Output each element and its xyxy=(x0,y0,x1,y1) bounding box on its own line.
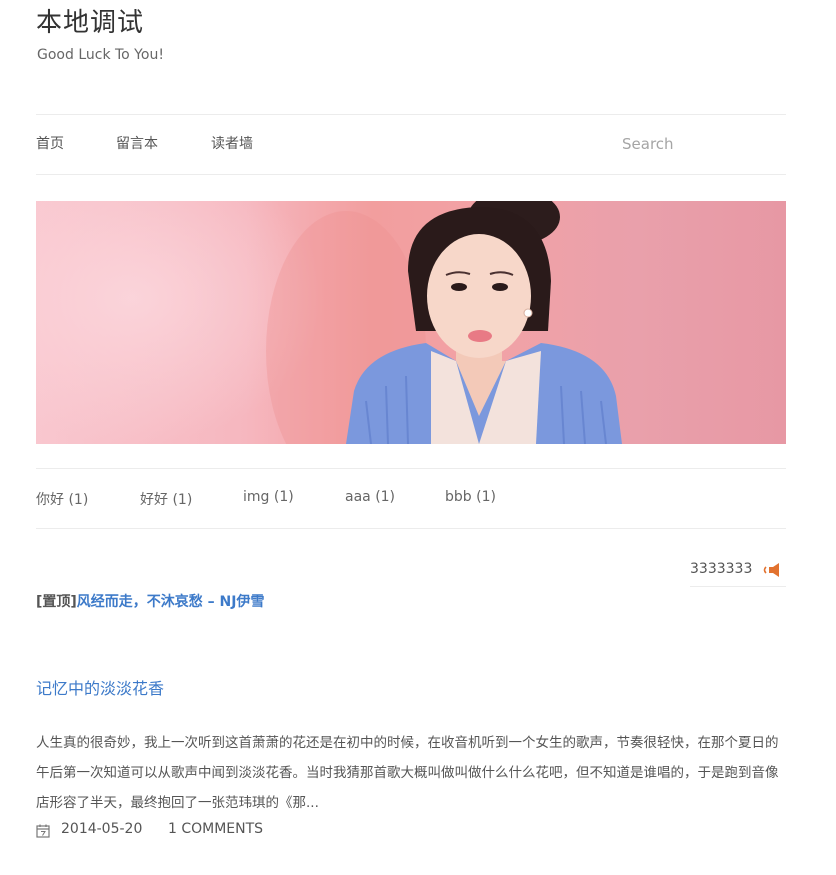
nav-top-divider xyxy=(36,114,786,115)
sticky-post: [置顶]风经而走，不沐哀愁 – NJ伊雪 xyxy=(36,591,264,611)
tags-top-divider xyxy=(36,468,786,469)
search-input[interactable] xyxy=(620,130,774,158)
nav-bottom-divider xyxy=(36,174,786,175)
nav-item-home[interactable]: 首页 xyxy=(36,133,64,153)
tag-link[interactable]: 你好 (1) xyxy=(36,489,88,509)
sticky-post-title[interactable]: 风经而走，不沐哀愁 – NJ伊雪 xyxy=(77,594,265,610)
tag-link[interactable]: aaa (1) xyxy=(345,489,395,505)
notice-text: 3333333 xyxy=(690,561,753,577)
banner-image xyxy=(36,201,786,444)
tag-link[interactable]: 好好 (1) xyxy=(140,489,192,509)
portrait-illustration xyxy=(36,201,622,444)
post-title[interactable]: 记忆中的淡淡花香 xyxy=(36,675,164,699)
post-date: 2014-05-20 xyxy=(61,821,143,837)
speaker-icon[interactable] xyxy=(762,561,786,583)
sticky-tag: [置顶] xyxy=(36,594,77,610)
post-comments-link[interactable]: 1 COMMENTS xyxy=(168,821,263,837)
calendar-icon xyxy=(36,824,50,842)
site-description: Good Luck To You! xyxy=(37,47,164,63)
tags-bottom-divider xyxy=(36,528,786,529)
tag-link[interactable]: img (1) xyxy=(243,489,294,505)
post-excerpt: 人生真的很奇妙，我上一次听到这首萧萧的花还是在初中的时候，在收音机听到一个女生的… xyxy=(36,735,779,811)
nav-item-readers-wall[interactable]: 读者墙 xyxy=(211,133,253,153)
nav-item-guestbook[interactable]: 留言本 xyxy=(116,133,158,153)
site-title[interactable]: 本地调试 xyxy=(36,2,144,39)
tag-link[interactable]: bbb (1) xyxy=(445,489,496,505)
page: 本地调试 Good Luck To You! 首页 留言本 读者墙 Search… xyxy=(0,0,836,875)
notice-divider xyxy=(690,586,786,587)
